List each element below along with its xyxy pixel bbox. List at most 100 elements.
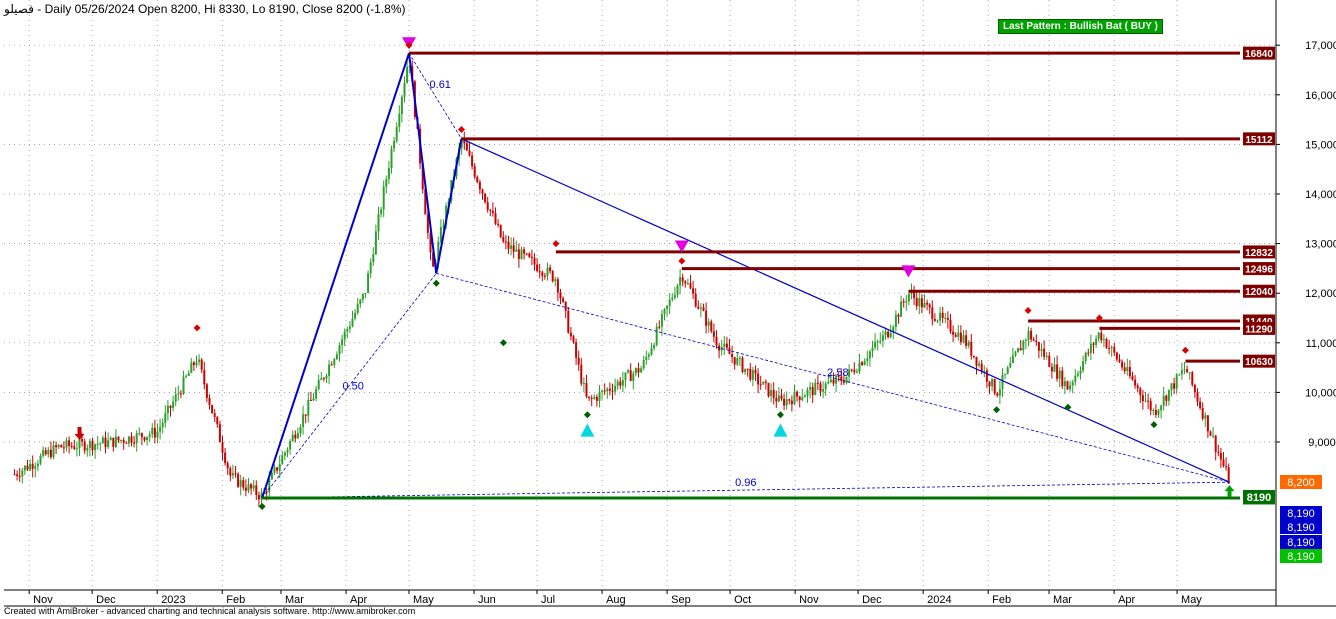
x-tick-label: Dec xyxy=(862,594,882,606)
candle-body xyxy=(387,168,390,179)
candle-body xyxy=(1011,355,1014,363)
candle-body xyxy=(528,253,531,257)
diamond-marker xyxy=(1181,346,1189,354)
y-tick-label: 14,000 xyxy=(1305,189,1336,201)
candle-body xyxy=(712,331,715,337)
candle-body xyxy=(679,277,682,286)
candle-body xyxy=(907,293,910,302)
candle-body xyxy=(962,335,965,343)
candle-body xyxy=(577,357,580,365)
candle-body xyxy=(203,369,206,385)
candle-body xyxy=(811,387,814,396)
candle-body xyxy=(281,455,284,465)
candle-body xyxy=(595,397,598,401)
candle-body xyxy=(172,401,175,409)
candle-body xyxy=(99,443,102,445)
level-tag-label: 15112 xyxy=(1245,135,1273,146)
candle-body xyxy=(663,308,666,315)
candle-body xyxy=(533,257,536,265)
candle-body xyxy=(650,348,653,355)
candle-body xyxy=(502,237,505,242)
candle-body xyxy=(801,397,804,401)
candle-body xyxy=(255,485,258,496)
candle-body xyxy=(572,336,575,343)
candle-body xyxy=(315,389,318,399)
candle-body xyxy=(764,381,767,383)
candle-body xyxy=(1095,338,1098,345)
candle-body xyxy=(551,271,554,282)
candle-body xyxy=(1134,379,1137,386)
candle-body xyxy=(1066,381,1069,390)
candle-body xyxy=(1139,388,1142,396)
candle-body xyxy=(1128,367,1131,377)
candle-body xyxy=(874,341,877,348)
candle-body xyxy=(94,444,97,451)
candle-body xyxy=(549,267,552,272)
candle-body xyxy=(1001,374,1004,389)
candle-body xyxy=(1147,400,1150,402)
diamond-marker xyxy=(993,406,1001,414)
candle-body xyxy=(224,452,227,464)
ohlc-readout: - Daily 05/26/2024 Open 8200, Hi 8330, L… xyxy=(37,2,406,16)
candle-body xyxy=(52,445,55,458)
candle-body xyxy=(117,436,120,441)
candle-body xyxy=(393,140,396,149)
candle-body xyxy=(559,292,562,299)
candle-body xyxy=(36,463,39,467)
candle-body xyxy=(894,314,897,327)
candle-body xyxy=(367,273,370,293)
candle-body xyxy=(333,359,336,365)
candle-body xyxy=(1071,382,1074,386)
candle-body xyxy=(790,400,793,405)
candle-body xyxy=(941,312,944,319)
candle-body xyxy=(42,450,45,456)
y-tick-label: 10,000 xyxy=(1305,387,1336,399)
candle-body xyxy=(606,388,609,392)
candle-body xyxy=(1017,348,1020,353)
candle-body xyxy=(23,465,26,471)
candle-body xyxy=(681,277,684,282)
candle-body xyxy=(983,370,986,372)
candle-body xyxy=(1058,370,1061,379)
candle-body xyxy=(585,383,588,397)
candle-body xyxy=(161,422,164,428)
candle-body xyxy=(1219,452,1222,460)
candle-body xyxy=(897,314,900,317)
candle-body xyxy=(1105,339,1108,348)
candle-body xyxy=(1123,367,1126,372)
x-tick-label: Feb xyxy=(992,594,1011,606)
candle-body xyxy=(1141,395,1144,402)
candle-body xyxy=(827,381,830,384)
candle-body xyxy=(1144,400,1147,402)
x-tick-label: Mar xyxy=(1053,594,1072,606)
candle-body xyxy=(616,381,619,386)
candle-body xyxy=(320,378,323,380)
candle-body xyxy=(185,375,188,377)
candle-body xyxy=(684,281,687,284)
candle-body xyxy=(1214,435,1217,452)
price-tag-label: 8,200 xyxy=(1287,477,1315,489)
candle-body xyxy=(1053,364,1056,372)
candle-body xyxy=(159,427,162,432)
diamond-marker xyxy=(1150,421,1158,429)
candle-body xyxy=(832,379,835,384)
candle-body xyxy=(174,394,177,402)
candle-body xyxy=(668,299,671,306)
diamond-marker xyxy=(1024,307,1032,315)
candle-body xyxy=(70,446,73,448)
candle-body xyxy=(1136,385,1139,389)
candle-body xyxy=(192,362,195,366)
candle-body xyxy=(957,332,960,337)
candle-body xyxy=(57,444,60,448)
pattern-leg-BC xyxy=(435,138,463,274)
candle-body xyxy=(980,363,983,372)
candle-body xyxy=(1209,431,1212,436)
level-tag-label: 16840 xyxy=(1245,49,1273,60)
candle-body xyxy=(642,360,645,369)
candle-body xyxy=(993,379,996,394)
candle-body xyxy=(715,336,718,346)
symbol-name: فصيلو xyxy=(4,2,34,16)
x-tick-label: Nov xyxy=(799,594,819,606)
candle-body xyxy=(517,249,520,260)
x-tick-label: Feb xyxy=(226,594,245,606)
